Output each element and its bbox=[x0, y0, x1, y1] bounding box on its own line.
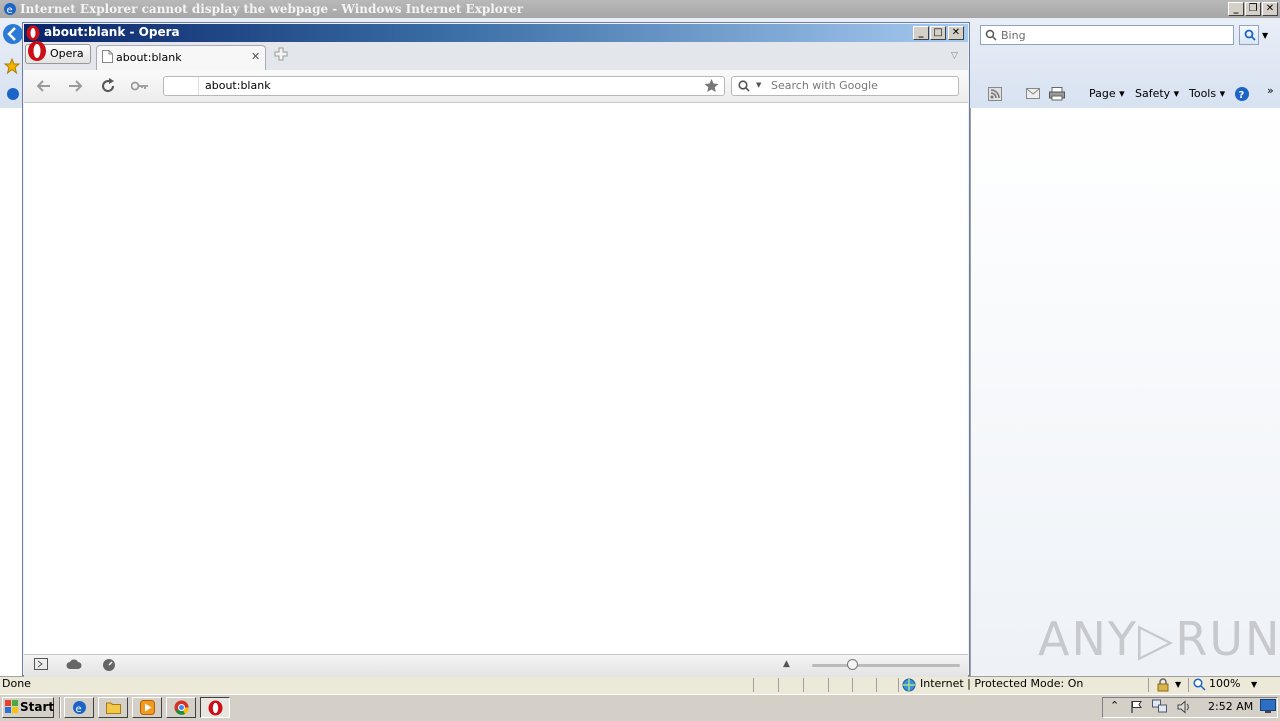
internet-globe-icon bbox=[902, 678, 916, 692]
ie-page-icon bbox=[6, 87, 20, 101]
status-divider bbox=[1188, 678, 1189, 692]
tab-close-icon[interactable]: ✕ bbox=[251, 50, 260, 63]
ie-content-left-edge bbox=[0, 108, 23, 676]
ie-search-input[interactable]: Bing bbox=[980, 25, 1234, 45]
taskbar-media-player-button[interactable] bbox=[132, 697, 162, 718]
opera-window-title: about:blank - Opera bbox=[44, 25, 180, 39]
ie-window-title: Internet Explorer cannot display the web… bbox=[20, 2, 524, 16]
view-up-arrow-icon[interactable]: ▲ bbox=[783, 659, 790, 669]
ie-status-text: Done bbox=[2, 677, 31, 690]
new-tab-plus-icon[interactable] bbox=[274, 47, 288, 61]
status-divider bbox=[876, 678, 877, 692]
ie-favorites-star-icon[interactable] bbox=[4, 58, 20, 74]
status-divider bbox=[778, 678, 779, 692]
chrome-logo-icon bbox=[174, 700, 189, 715]
ie-feeds-icon[interactable] bbox=[988, 87, 1002, 101]
address-input-value[interactable]: about:blank bbox=[205, 79, 271, 92]
tab-list-chevron-down-icon[interactable]: ▽ bbox=[951, 51, 958, 61]
ie-mail-icon[interactable] bbox=[1026, 88, 1040, 100]
media-player-icon bbox=[140, 700, 155, 715]
ie-search-placeholder: Bing bbox=[1001, 29, 1026, 42]
ie-close-button[interactable]: ✕ bbox=[1262, 2, 1278, 16]
ie-help-icon[interactable]: ? bbox=[1234, 86, 1250, 102]
zoom-slider-track[interactable] bbox=[812, 664, 960, 667]
anyrun-watermark: ANY▷RUN bbox=[1038, 612, 1280, 666]
chevron-down-icon[interactable]: ▼ bbox=[1175, 680, 1181, 689]
ie-zoom-level[interactable]: 100% bbox=[1209, 677, 1240, 690]
bookmark-star-icon[interactable] bbox=[704, 78, 719, 93]
ie-zone-status: Internet | Protected Mode: On bbox=[920, 677, 1084, 690]
zoom-chevron-down-icon[interactable]: ▼ bbox=[1251, 680, 1257, 689]
opera-menu-label: Opera bbox=[50, 47, 84, 60]
opera-minimize-button[interactable]: _ bbox=[913, 26, 929, 40]
folder-icon bbox=[106, 701, 121, 714]
ie-security-lock-icon[interactable] bbox=[1156, 678, 1170, 692]
opera-logo-icon bbox=[27, 41, 47, 61]
taskbar-explorer-button[interactable] bbox=[98, 697, 128, 718]
taskbar-clock[interactable]: 2:52 AM bbox=[1208, 700, 1253, 713]
address-site-badge bbox=[164, 77, 199, 95]
ie-tools-menu[interactable]: Tools ▾ bbox=[1189, 87, 1225, 100]
back-arrow-icon[interactable] bbox=[36, 78, 52, 94]
status-divider bbox=[753, 678, 754, 692]
status-divider bbox=[803, 678, 804, 692]
tray-expand-chevron-up-icon[interactable]: ⌃ bbox=[1110, 699, 1119, 712]
network-icon[interactable] bbox=[1152, 699, 1168, 714]
taskbar-opera-button[interactable] bbox=[200, 697, 230, 718]
status-divider bbox=[828, 678, 829, 692]
ie-print-icon[interactable] bbox=[1049, 87, 1065, 101]
ie-safety-menu[interactable]: Safety ▾ bbox=[1135, 87, 1179, 100]
start-label: Start bbox=[20, 700, 55, 714]
ie-logo-icon: e bbox=[72, 700, 87, 715]
wand-key-icon[interactable] bbox=[131, 79, 149, 93]
ie-page-menu[interactable]: Page ▾ bbox=[1089, 87, 1125, 100]
ie-content-area bbox=[970, 108, 1280, 676]
windows-logo-icon bbox=[5, 700, 19, 714]
page-content-blank[interactable] bbox=[24, 103, 968, 654]
ie-back-icon[interactable] bbox=[1, 22, 23, 46]
opera-close-button[interactable]: ✕ bbox=[948, 26, 964, 40]
ie-search-options-chevron-down-icon[interactable]: ▼ bbox=[1262, 31, 1268, 40]
status-divider bbox=[852, 678, 853, 692]
show-desktop-icon[interactable] bbox=[1260, 699, 1276, 713]
opera-logo-icon bbox=[208, 700, 223, 716]
action-center-flag-icon[interactable] bbox=[1130, 700, 1144, 714]
zoom-magnifier-icon[interactable] bbox=[1193, 678, 1206, 691]
ie-more-chevron-icon[interactable]: » bbox=[1267, 84, 1274, 97]
ie-search-button[interactable] bbox=[1239, 25, 1259, 45]
search-engine-chevron-down-icon[interactable]: ▼ bbox=[756, 81, 761, 89]
taskbar-divider bbox=[59, 697, 61, 718]
opera-maximize-button[interactable]: □ bbox=[930, 26, 946, 40]
search-icon bbox=[1244, 29, 1256, 41]
status-divider bbox=[898, 678, 899, 692]
svg-text:e: e bbox=[7, 5, 13, 16]
search-placeholder: Search with Google bbox=[771, 79, 878, 92]
taskbar-ie-button[interactable]: e bbox=[64, 697, 94, 718]
reload-icon[interactable] bbox=[100, 78, 116, 94]
zoom-slider-handle[interactable] bbox=[847, 659, 858, 670]
search-icon bbox=[738, 80, 750, 92]
opera-unite-cloud-icon[interactable] bbox=[66, 659, 82, 670]
opera-logo-icon bbox=[26, 25, 40, 41]
taskbar-chrome-button[interactable] bbox=[166, 697, 196, 718]
page-document-icon bbox=[102, 50, 113, 63]
search-icon bbox=[985, 29, 997, 41]
svg-text:e: e bbox=[76, 704, 82, 715]
ie-logo-icon: e bbox=[3, 2, 17, 16]
forward-arrow-icon[interactable] bbox=[67, 78, 83, 94]
ie-minimize-button[interactable]: _ bbox=[1228, 2, 1244, 16]
panel-toggle-icon[interactable] bbox=[34, 658, 48, 671]
tab-label: about:blank bbox=[116, 51, 182, 64]
speed-dial-gauge-icon[interactable] bbox=[102, 658, 116, 672]
status-divider bbox=[1148, 678, 1149, 692]
volume-speaker-icon[interactable] bbox=[1177, 700, 1193, 714]
ie-restore-button[interactable]: ❐ bbox=[1245, 2, 1261, 16]
ie-statusbar bbox=[0, 676, 1280, 695]
svg-text:?: ? bbox=[1239, 90, 1245, 101]
